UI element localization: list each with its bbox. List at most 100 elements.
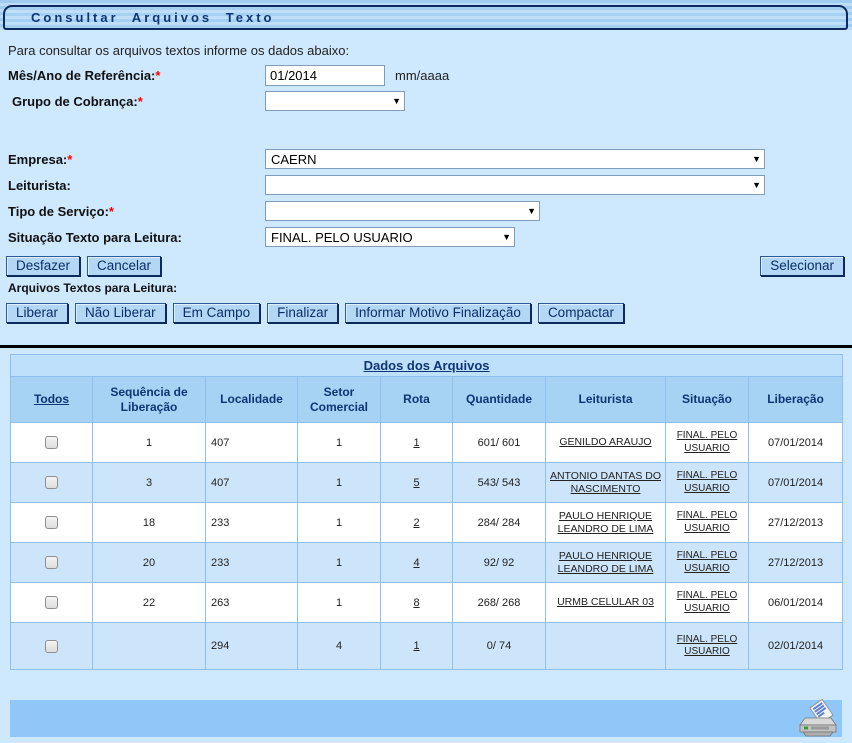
table-caption-row: Dados dos Arquivos — [11, 355, 843, 377]
nao-liberar-button[interactable]: Não Liberar — [75, 303, 166, 323]
table-header-row: Todos Sequência de Liberação Localidade … — [11, 377, 843, 423]
cell-leiturista: PAULO HENRIQUE LEANDRO DE LIMA — [546, 503, 666, 543]
row-select-checkbox[interactable] — [45, 640, 58, 653]
liberar-button[interactable]: Liberar — [6, 303, 68, 323]
data-table-wrap: Dados dos Arquivos Todos Sequência de Li… — [10, 354, 842, 670]
row-select-checkbox[interactable] — [45, 556, 58, 569]
situacao-link[interactable]: FINAL. PELO USUARIO — [676, 510, 738, 535]
leiturista-link[interactable]: PAULO HENRIQUE LEANDRO DE LIMA — [558, 510, 654, 535]
finalizar-button[interactable]: Finalizar — [267, 303, 338, 323]
mes-ano-label: Mês/Ano de Referência:* — [8, 68, 265, 83]
header-leiturista: Leiturista — [546, 377, 666, 423]
desfazer-button[interactable]: Desfazer — [6, 256, 80, 276]
form-row-mes-ano: Mês/Ano de Referência:* mm/aaaa — [8, 64, 852, 86]
cell-quantidade: 601/ 601 — [453, 423, 546, 463]
leiturista-link[interactable]: URMB CELULAR 03 — [557, 596, 654, 608]
form-row-situacao-texto: Situação Texto para Leitura: FINAL. PELO… — [8, 226, 852, 248]
table-caption: Dados dos Arquivos — [11, 355, 843, 377]
empresa-label: Empresa:* — [8, 152, 265, 167]
cell-rota: 5 — [381, 463, 453, 503]
title-band: Consultar Arquivos Texto — [0, 0, 852, 30]
dropdown-arrow-icon: ▼ — [752, 154, 761, 164]
cell-setor: 4 — [298, 623, 381, 670]
form-gap — [0, 116, 852, 144]
rota-link[interactable]: 1 — [413, 437, 419, 449]
cell-rota: 8 — [381, 583, 453, 623]
cell-sequencia: 18 — [93, 503, 206, 543]
form-row-empresa: Empresa:* CAERN ▼ — [8, 148, 852, 170]
compactar-button[interactable]: Compactar — [538, 303, 624, 323]
row-select-checkbox[interactable] — [45, 476, 58, 489]
rota-link[interactable]: 1 — [413, 640, 419, 652]
empresa-value: CAERN — [271, 152, 317, 167]
leiturista-link[interactable]: ANTONIO DANTAS DO NASCIMENTO — [550, 470, 661, 495]
situacao-texto-value: FINAL. PELO USUARIO — [271, 230, 413, 245]
informar-motivo-finalizacao-button[interactable]: Informar Motivo Finalização — [345, 303, 531, 323]
form-row-tipo-servico: Tipo de Serviço:* ▼ — [8, 200, 852, 222]
cell-liberacao: 07/01/2014 — [749, 463, 843, 503]
action-button-row: Desfazer Cancelar Selecionar — [6, 256, 844, 276]
cell-localidade: 233 — [206, 503, 298, 543]
print-button[interactable] — [797, 698, 839, 738]
tipo-servico-select[interactable]: ▼ — [265, 201, 540, 221]
header-quantidade: Quantidade — [453, 377, 546, 423]
dropdown-arrow-icon: ▼ — [527, 206, 536, 216]
cell-situacao: FINAL. PELO USUARIO — [666, 423, 749, 463]
cell-situacao: FINAL. PELO USUARIO — [666, 503, 749, 543]
cell-leiturista: ANTONIO DANTAS DO NASCIMENTO — [546, 463, 666, 503]
rota-link[interactable]: 2 — [413, 517, 419, 529]
cell-situacao: FINAL. PELO USUARIO — [666, 543, 749, 583]
situacao-link[interactable]: FINAL. PELO USUARIO — [676, 634, 738, 659]
cell-setor: 1 — [298, 543, 381, 583]
cell-sequencia — [93, 623, 206, 670]
leiturista-link[interactable]: PAULO HENRIQUE LEANDRO DE LIMA — [558, 550, 654, 575]
cell-sequencia: 20 — [93, 543, 206, 583]
required-asterisk: * — [155, 68, 160, 83]
header-rota: Rota — [381, 377, 453, 423]
cell-liberacao: 02/01/2014 — [749, 623, 843, 670]
required-asterisk: * — [109, 204, 114, 219]
cell-liberacao: 27/12/2013 — [749, 503, 843, 543]
intro-text: Para consultar os arquivos textos inform… — [8, 43, 852, 58]
table-row: 20 233 1 4 92/ 92 PAULO HENRIQUE LEANDRO… — [11, 543, 843, 583]
rota-link[interactable]: 4 — [413, 557, 419, 569]
rota-link[interactable]: 5 — [413, 477, 419, 489]
header-localidade: Localidade — [206, 377, 298, 423]
required-asterisk: * — [67, 152, 72, 167]
situacao-link[interactable]: FINAL. PELO USUARIO — [676, 550, 738, 575]
cell-localidade: 407 — [206, 463, 298, 503]
situacao-texto-select[interactable]: FINAL. PELO USUARIO ▼ — [265, 227, 515, 247]
dropdown-arrow-icon: ▼ — [392, 96, 401, 106]
cell-select — [11, 543, 93, 583]
grupo-cobranca-select[interactable]: ▼ — [265, 91, 405, 111]
header-liberacao: Liberação — [749, 377, 843, 423]
situacao-link[interactable]: FINAL. PELO USUARIO — [676, 430, 738, 455]
cell-sequencia: 1 — [93, 423, 206, 463]
cell-quantidade: 543/ 543 — [453, 463, 546, 503]
em-campo-button[interactable]: Em Campo — [173, 303, 261, 323]
rota-link[interactable]: 8 — [413, 597, 419, 609]
row-select-checkbox[interactable] — [45, 516, 58, 529]
cell-setor: 1 — [298, 463, 381, 503]
mes-ano-label-text: Mês/Ano de Referência: — [8, 68, 155, 83]
leiturista-label-text: Leiturista: — [8, 178, 71, 193]
cell-leiturista: GENILDO ARAUJO — [546, 423, 666, 463]
leiturista-select[interactable]: ▼ — [265, 175, 765, 195]
leiturista-link[interactable]: GENILDO ARAUJO — [559, 436, 651, 448]
select-all-link[interactable]: Todos — [34, 392, 69, 406]
cell-localidade: 233 — [206, 543, 298, 583]
cell-select — [11, 583, 93, 623]
cell-liberacao: 06/01/2014 — [749, 583, 843, 623]
cell-select — [11, 503, 93, 543]
dados-dos-arquivos-table: Dados dos Arquivos Todos Sequência de Li… — [10, 354, 843, 670]
cell-quantidade: 268/ 268 — [453, 583, 546, 623]
situacao-link[interactable]: FINAL. PELO USUARIO — [676, 590, 738, 615]
row-select-checkbox[interactable] — [45, 596, 58, 609]
mes-ano-input[interactable] — [265, 65, 385, 86]
row-select-checkbox[interactable] — [45, 436, 58, 449]
selecionar-button[interactable]: Selecionar — [760, 256, 844, 276]
cell-liberacao: 27/12/2013 — [749, 543, 843, 583]
situacao-link[interactable]: FINAL. PELO USUARIO — [676, 470, 738, 495]
cancelar-button[interactable]: Cancelar — [87, 256, 161, 276]
empresa-select[interactable]: CAERN ▼ — [265, 149, 765, 169]
